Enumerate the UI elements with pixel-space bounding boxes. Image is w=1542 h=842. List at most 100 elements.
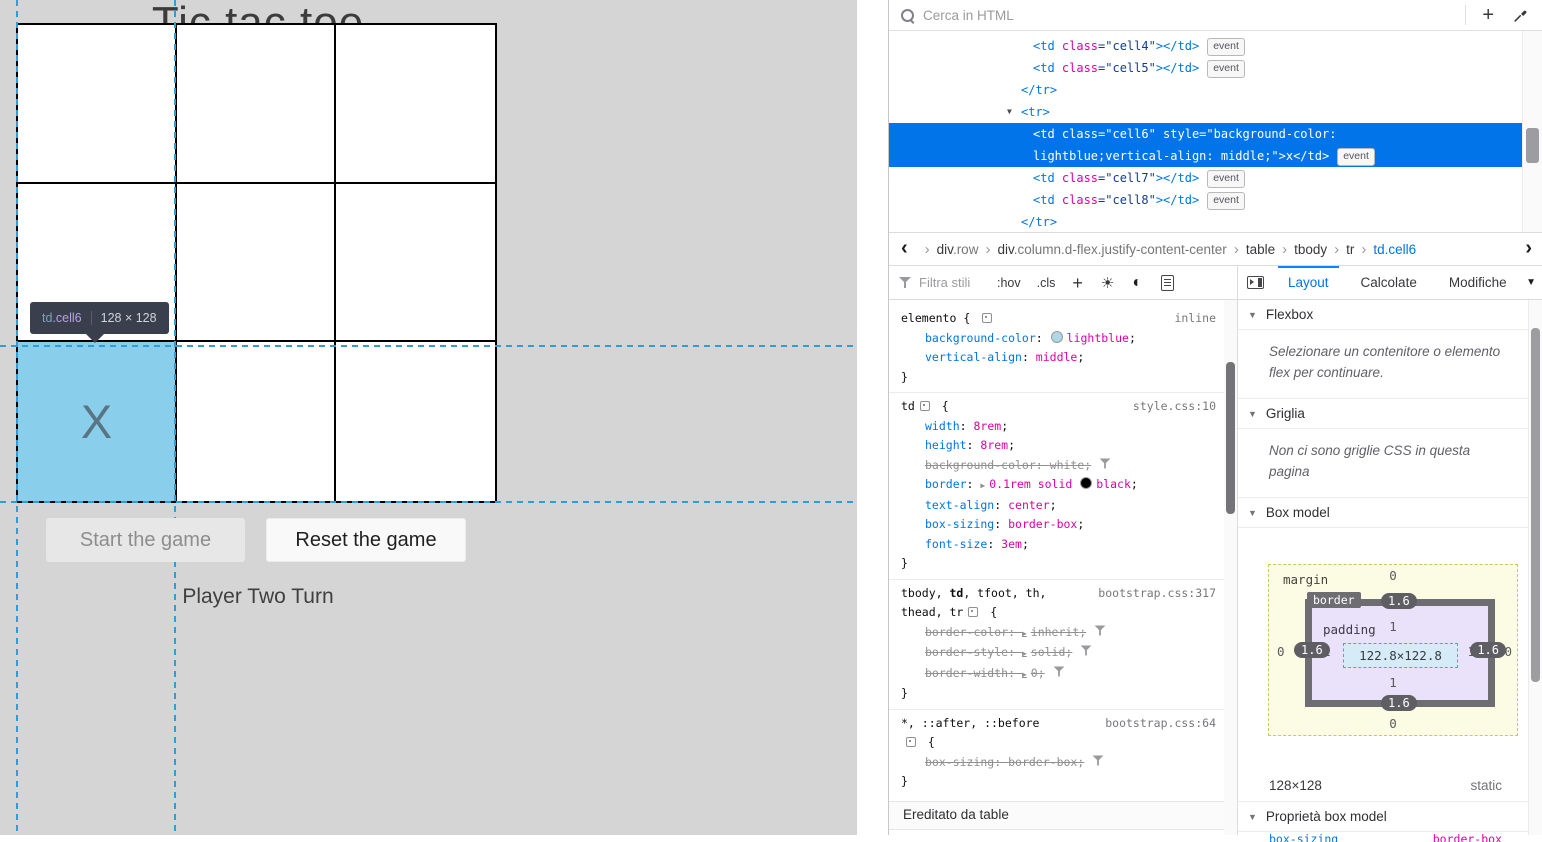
element-picker-icon[interactable] bbox=[920, 401, 930, 411]
margin-top-value[interactable]: 0 bbox=[1269, 568, 1517, 583]
property-value[interactable]: 0.1rem solid bbox=[989, 477, 1079, 491]
expand-arrow-icon[interactable]: ▶ bbox=[1022, 670, 1027, 679]
css-declaration[interactable]: text-align: center; bbox=[889, 496, 1224, 516]
filter-styles-placeholder[interactable]: Filtra stili bbox=[919, 275, 989, 290]
margin-bottom-value[interactable]: 0 bbox=[1269, 716, 1517, 731]
breadcrumb-item[interactable]: div.row bbox=[937, 242, 979, 257]
css-declaration[interactable]: width: 8rem; bbox=[889, 417, 1224, 437]
board-cell[interactable] bbox=[336, 25, 495, 184]
css-declaration[interactable]: height: 8rem; bbox=[889, 436, 1224, 456]
board-cell[interactable]: X bbox=[18, 342, 177, 501]
property-name[interactable]: border-width bbox=[925, 666, 1008, 680]
box-model-properties-header[interactable]: ▼ Proprietà box model bbox=[1238, 801, 1542, 832]
breadcrumb-forward-icon[interactable]: › bbox=[1519, 237, 1542, 262]
markup-line[interactable]: <td class="cell4"></td>event bbox=[889, 35, 1522, 57]
border-right-value[interactable]: 1.6 bbox=[1470, 642, 1506, 658]
event-badge[interactable]: event bbox=[1207, 192, 1245, 210]
css-declaration[interactable]: font-size: 3em; bbox=[889, 535, 1224, 555]
css-declaration[interactable]: border: ▶0.1rem solid black; bbox=[889, 475, 1224, 496]
markup-line[interactable]: </tr> bbox=[889, 79, 1522, 101]
overridden-filter-icon[interactable] bbox=[1100, 458, 1111, 468]
board-cell[interactable] bbox=[177, 25, 336, 184]
property-name[interactable]: vertical-align bbox=[925, 350, 1022, 364]
property-name[interactable]: border bbox=[925, 477, 967, 491]
property-name[interactable]: background-color bbox=[925, 331, 1036, 345]
board-cell[interactable] bbox=[177, 184, 336, 343]
overridden-filter-icon[interactable] bbox=[1081, 646, 1092, 656]
border-bottom-value[interactable]: 1.6 bbox=[1381, 695, 1417, 711]
markup-line[interactable]: <td class="cell5"></td>event bbox=[889, 57, 1522, 79]
markup-line-selected[interactable]: <td class="cell6" style="background-colo… bbox=[889, 123, 1522, 167]
property-value[interactable]: border-box bbox=[1008, 755, 1077, 769]
property-name[interactable]: width bbox=[925, 419, 960, 433]
padding-right-value[interactable]: 1 bbox=[1467, 644, 1475, 659]
markup-scrollbar-thumb[interactable] bbox=[1526, 128, 1539, 163]
all-tabs-chevron-icon[interactable]: ▼ bbox=[1524, 277, 1542, 288]
property-value[interactable]: lightblue bbox=[1067, 331, 1129, 345]
tab-layout[interactable]: Layout bbox=[1284, 266, 1333, 299]
board-cell[interactable] bbox=[18, 25, 177, 184]
box-model-content-box[interactable]: 122.8×122.8 bbox=[1343, 643, 1458, 668]
property-name[interactable]: background-color bbox=[925, 458, 1036, 472]
markup-search-bar[interactable]: Cerca in HTML + bbox=[889, 0, 1542, 31]
layout-scrollbar-thumb[interactable] bbox=[1531, 328, 1540, 682]
pseudo-class-toggle[interactable]: :hov bbox=[989, 276, 1029, 290]
property-name[interactable]: box-sizing bbox=[925, 755, 994, 769]
element-picker-icon[interactable] bbox=[968, 607, 978, 617]
rule-selector-line[interactable]: elemento { inline bbox=[889, 309, 1224, 329]
markup-line[interactable]: <td class="cell7"></td>event bbox=[889, 167, 1522, 189]
property-value[interactable]: 0 bbox=[1031, 666, 1038, 680]
eyedropper-icon[interactable] bbox=[1506, 7, 1542, 23]
class-toggle[interactable]: .cls bbox=[1029, 276, 1064, 290]
breadcrumb-item[interactable]: td.cell6 bbox=[1373, 242, 1416, 257]
light-scheme-icon[interactable]: ☀ bbox=[1092, 274, 1123, 292]
stylesheet-link[interactable]: bootstrap.css:317 bbox=[1098, 584, 1216, 604]
event-badge[interactable]: event bbox=[1337, 148, 1375, 166]
css-declaration[interactable]: box-sizing: border-box; bbox=[889, 515, 1224, 535]
tab-changes[interactable]: Modifiche bbox=[1445, 266, 1511, 299]
element-picker-icon[interactable] bbox=[906, 737, 916, 747]
css-declaration[interactable]: border-width: ▶0; bbox=[889, 664, 1224, 685]
breadcrumb-item[interactable]: tbody bbox=[1294, 242, 1327, 257]
property-value[interactable]: 8rem bbox=[973, 419, 1001, 433]
markup-line[interactable]: ▼<tr> bbox=[889, 101, 1522, 123]
css-declaration[interactable]: background-color: white; bbox=[889, 456, 1224, 476]
breadcrumb-back-icon[interactable]: ‹ bbox=[889, 237, 918, 262]
property-value[interactable]: white bbox=[1050, 458, 1085, 472]
stylesheet-link[interactable]: bootstrap.css:64 bbox=[1105, 714, 1216, 734]
padding-top-value[interactable]: 1 bbox=[1269, 619, 1517, 634]
padding-left-value[interactable]: 1 bbox=[1323, 644, 1331, 659]
stylesheet-link[interactable]: style.css:10 bbox=[1133, 397, 1216, 417]
add-node-icon[interactable]: + bbox=[1470, 5, 1506, 25]
element-picker-icon[interactable] bbox=[982, 313, 992, 323]
reset-game-button[interactable]: Reset the game bbox=[266, 518, 466, 562]
tab-computed[interactable]: Calcolate bbox=[1357, 266, 1421, 299]
rule-selector-line[interactable]: { bbox=[889, 733, 1224, 753]
event-badge[interactable]: event bbox=[1207, 60, 1245, 78]
event-badge[interactable]: event bbox=[1207, 170, 1245, 188]
grid-section-header[interactable]: ▼ Griglia bbox=[1238, 399, 1542, 429]
rules-scrollbar-thumb[interactable] bbox=[1226, 362, 1235, 514]
css-declaration[interactable]: border-style: ▶solid; bbox=[889, 643, 1224, 664]
property-name[interactable]: text-align bbox=[925, 498, 994, 512]
property-value[interactable]: middle bbox=[1036, 350, 1078, 364]
event-badge[interactable]: event bbox=[1207, 38, 1245, 56]
padding-bottom-value[interactable]: 1 bbox=[1269, 675, 1517, 690]
board-cell[interactable] bbox=[336, 184, 495, 343]
overridden-filter-icon[interactable] bbox=[1053, 666, 1064, 676]
overridden-filter-icon[interactable] bbox=[1095, 625, 1106, 635]
css-declaration[interactable]: background-color: lightblue; bbox=[889, 329, 1224, 349]
property-value[interactable]: inherit bbox=[1031, 625, 1079, 639]
css-declaration[interactable]: border-color: ▶inherit; bbox=[889, 623, 1224, 644]
property-name[interactable]: height bbox=[925, 438, 967, 452]
box-model-section-header[interactable]: ▼ Box model bbox=[1238, 498, 1542, 528]
property-value[interactable]: border-box bbox=[1008, 517, 1077, 531]
markup-search-placeholder[interactable]: Cerca in HTML bbox=[923, 8, 1461, 23]
rules-scrollbar[interactable] bbox=[1224, 300, 1237, 835]
board-cell[interactable] bbox=[336, 342, 495, 501]
breadcrumb-item[interactable]: div.column.d-flex.justify-content-center bbox=[997, 242, 1226, 257]
board-cell[interactable] bbox=[177, 342, 336, 501]
rule-selector-line[interactable]: td {style.css:10 bbox=[889, 397, 1224, 417]
dark-scheme-icon[interactable]: ◐ bbox=[1123, 274, 1151, 292]
property-value[interactable]: solid bbox=[1031, 645, 1066, 659]
